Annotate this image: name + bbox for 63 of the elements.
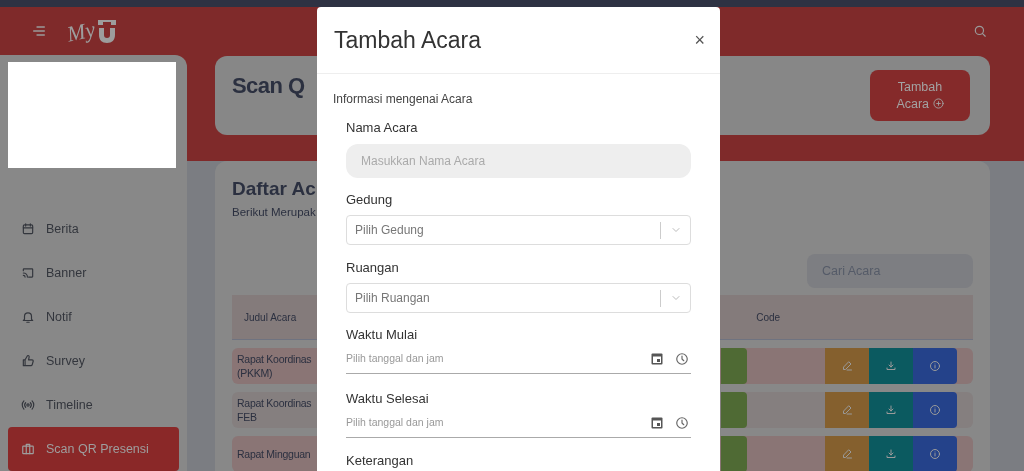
modal-title: Tambah Acara — [334, 25, 482, 55]
info-icon — [929, 360, 941, 373]
column-header: Code — [756, 310, 781, 325]
event-title: Rapat Koordinas FEB — [237, 396, 313, 425]
briefcase-icon — [21, 442, 35, 456]
download-icon — [885, 448, 897, 461]
search-icon[interactable] — [973, 24, 987, 38]
broadcast-icon — [21, 398, 35, 412]
edit-button[interactable] — [825, 436, 869, 471]
edit-icon — [841, 448, 853, 461]
datetime-field[interactable]: Pilih tanggal dan jam — [346, 344, 691, 374]
logo-icon — [97, 17, 118, 45]
cast-icon — [21, 266, 35, 280]
plus-circle-icon — [932, 97, 944, 109]
sidebar-item[interactable]: Scan QR Presensi — [8, 427, 179, 471]
select-field[interactable]: Pilih Gedung — [346, 215, 691, 245]
field-label: Waktu Selesai — [346, 390, 430, 408]
input-field[interactable]: Masukkan Nama Acara — [346, 144, 691, 178]
sidebar-item[interactable]: Notif — [8, 295, 179, 339]
field-label: Ruangan — [346, 259, 400, 277]
download-button[interactable] — [869, 348, 913, 385]
section-label: Informasi mengenai Acara — [332, 91, 474, 107]
add-event-button[interactable]: Tambah Acara — [870, 70, 970, 121]
sidebar-item[interactable]: Banner — [8, 251, 179, 295]
info-icon — [929, 448, 941, 461]
clock-icon — [675, 415, 689, 430]
download-button[interactable] — [869, 436, 913, 471]
sidebar-item[interactable]: Survey — [8, 339, 179, 383]
event-title: Rapat Koordinas (PKKM) — [237, 352, 313, 381]
clock-icon — [675, 351, 689, 366]
select-field[interactable]: Pilih Ruangan — [346, 283, 691, 313]
info-button[interactable] — [913, 392, 957, 429]
download-icon — [885, 360, 897, 373]
download-button[interactable] — [869, 392, 913, 429]
close-button[interactable]: × — [694, 31, 705, 49]
datetime-field[interactable]: Pilih tanggal dan jam — [346, 408, 691, 438]
edit-icon — [841, 404, 853, 417]
edit-icon — [841, 360, 853, 373]
download-icon — [885, 404, 897, 417]
info-button[interactable] — [913, 348, 957, 385]
qr-button[interactable] — [721, 392, 747, 429]
column-header: Judul Acara — [244, 310, 297, 325]
thumbs-up-icon — [21, 354, 35, 368]
field-label: Keterangan — [346, 452, 415, 470]
qr-button[interactable] — [721, 348, 747, 385]
calendar-icon — [21, 222, 35, 236]
edit-button[interactable] — [825, 348, 869, 385]
sidebar-item[interactable]: Berita — [8, 207, 179, 251]
info-button[interactable] — [913, 436, 957, 471]
logo-text: My — [63, 14, 99, 49]
card-subtitle: Berikut Merupak — [232, 205, 317, 220]
field-label: Gedung — [346, 191, 394, 209]
info-icon — [929, 404, 941, 417]
calendar-icon[interactable] — [651, 416, 663, 429]
field-label: Waktu Mulai — [346, 326, 419, 344]
event-title: Rapat Mingguan — [237, 447, 312, 462]
edit-button[interactable] — [825, 392, 869, 429]
sidebar-item[interactable]: Timeline — [8, 383, 179, 427]
menu-icon[interactable] — [31, 23, 47, 39]
page-title: Scan Q — [232, 72, 305, 100]
calendar-icon[interactable] — [651, 352, 663, 365]
bell-icon — [21, 310, 35, 324]
field-label: Nama Acara — [346, 119, 419, 137]
